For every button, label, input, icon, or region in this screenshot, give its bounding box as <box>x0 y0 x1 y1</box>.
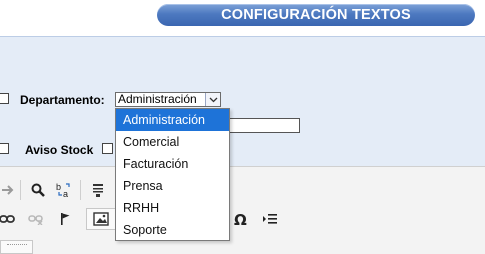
page-title: CONFIGURACIÓN TEXTOS <box>157 4 475 26</box>
replace-icon[interactable]: ba <box>53 180 75 200</box>
departamento-select-value: Administración <box>118 92 197 106</box>
image-icon[interactable] <box>90 209 112 229</box>
dropdown-option[interactable]: Comercial <box>116 131 229 153</box>
indent-icon[interactable] <box>259 209 281 229</box>
dropdown-option[interactable]: Administración <box>116 109 229 131</box>
find-icon[interactable] <box>27 180 49 200</box>
toolbar-separator <box>80 180 81 200</box>
dropdown-option[interactable]: Facturación <box>116 153 229 175</box>
svg-text:b: b <box>56 182 61 192</box>
left-checkbox-1[interactable] <box>0 93 9 104</box>
toolbar-combo-dots <box>7 244 27 245</box>
dropdown-option[interactable]: Soporte <box>116 219 229 241</box>
svg-text:Ω: Ω <box>234 212 247 226</box>
toolbar-separator <box>20 180 21 200</box>
chevron-down-icon[interactable] <box>205 93 220 106</box>
departamento-label: Departamento: <box>20 93 105 107</box>
source-icon[interactable] <box>87 180 109 200</box>
link-icon[interactable] <box>0 209 18 229</box>
text-input[interactable] <box>229 118 300 133</box>
special-char-icon[interactable]: Ω <box>230 209 252 229</box>
aviso-stock-checkbox[interactable] <box>102 143 113 154</box>
redo-icon[interactable] <box>0 180 18 200</box>
left-checkbox-2[interactable] <box>0 143 9 154</box>
dropdown-option[interactable]: Prensa <box>116 175 229 197</box>
aviso-stock-label: Aviso Stock <box>25 143 94 157</box>
svg-text:a: a <box>63 189 68 198</box>
unlink-icon[interactable] <box>25 209 47 229</box>
toolbar-combo[interactable] <box>0 240 33 254</box>
departamento-dropdown-list: Administración Comercial Facturación Pre… <box>115 108 230 241</box>
departamento-select[interactable]: Administración <box>115 92 221 107</box>
dropdown-option[interactable]: RRHH <box>116 197 229 219</box>
panel-header-band <box>0 36 485 68</box>
anchor-icon[interactable] <box>54 209 76 229</box>
